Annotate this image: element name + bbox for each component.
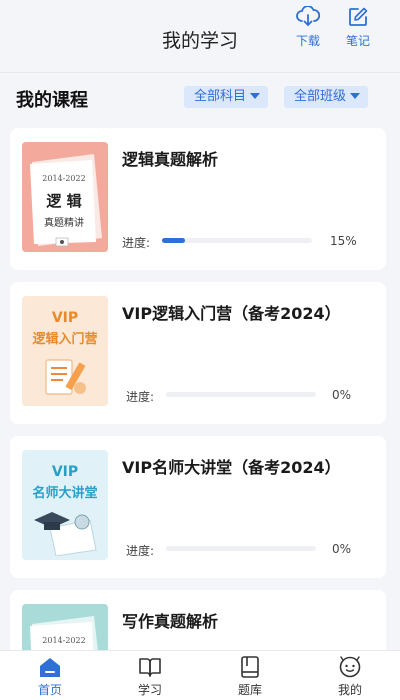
- notes-label: 笔记: [345, 34, 370, 48]
- thumb-vip: VIP: [51, 310, 79, 326]
- section-title: 我的课程: [16, 90, 88, 111]
- subject-filter-label: 全部科目: [194, 89, 247, 104]
- tab-study[interactable]: 学习: [120, 655, 180, 698]
- thumb-years: 2014-2022: [42, 174, 86, 183]
- class-filter-dropdown[interactable]: 全部班级: [284, 86, 369, 108]
- progress-bar: [162, 238, 312, 243]
- download-button[interactable]: 下载: [288, 6, 328, 49]
- course-card[interactable]: VIP 名师大讲堂 VIP名师大讲堂（备考2024） 进度: 0%: [10, 436, 386, 578]
- progress-percent: 0%: [332, 542, 352, 556]
- tab-label: 首页: [37, 683, 62, 697]
- header-divider: [0, 72, 400, 73]
- thumb-main-text: 逻 辑: [46, 192, 82, 210]
- class-filter-label: 全部班级: [294, 89, 347, 104]
- course-thumbnail: VIP 名师大讲堂: [22, 450, 108, 560]
- course-title: 写作真题解析: [122, 612, 219, 631]
- progress-bar: [166, 546, 316, 551]
- progress-label: 进度:: [126, 390, 155, 404]
- notebook-pencil-illustration: [45, 359, 86, 395]
- course-thumbnail: VIP 逻辑入门营: [22, 296, 108, 406]
- caret-down-icon: [350, 92, 361, 99]
- progress-label: 进度:: [126, 544, 155, 558]
- progress-percent: 0%: [332, 388, 352, 402]
- caret-down-icon: [250, 92, 261, 99]
- question-book-icon: [241, 656, 259, 678]
- bottom-tab-bar: 首页 学习 题库 我的: [0, 650, 400, 700]
- tab-label: 学习: [137, 683, 162, 697]
- tab-home[interactable]: 首页: [20, 655, 80, 698]
- course-title: VIP名师大讲堂（备考2024）: [122, 458, 341, 477]
- course-card[interactable]: 2014-2022 逻 辑 真题精讲 逻辑真题解析 进度: 15%: [10, 128, 386, 270]
- progress-label: 进度:: [122, 236, 151, 250]
- thumb-title: 逻辑入门营: [32, 332, 98, 347]
- home-icon: [40, 658, 60, 677]
- cloud-download-icon: [296, 6, 320, 26]
- open-book-icon: [139, 658, 161, 677]
- thumb-vip: VIP: [51, 464, 79, 480]
- edit-note-icon: [349, 7, 368, 26]
- tab-question-bank[interactable]: 题库: [220, 655, 280, 698]
- thumb-title: 名师大讲堂: [32, 486, 98, 501]
- course-title: VIP逻辑入门营（备考2024）: [122, 304, 341, 323]
- tab-mine[interactable]: 我的: [320, 655, 380, 698]
- tab-label: 我的: [337, 683, 362, 697]
- header: 我的学习 下载 笔记: [0, 0, 400, 72]
- thumb-years: 2014-2022: [42, 636, 86, 645]
- progress-bar: [166, 392, 316, 397]
- course-title: 逻辑真题解析: [122, 150, 219, 169]
- subject-filter-dropdown[interactable]: 全部科目: [184, 86, 269, 108]
- download-label: 下载: [295, 34, 320, 48]
- course-card[interactable]: VIP 逻辑入门营 VIP逻辑入门营（备考2024） 进度: 0%: [10, 282, 386, 424]
- course-thumbnail: 2014-2022 逻 辑 真题精讲: [22, 142, 108, 252]
- progress-fill: [162, 238, 185, 243]
- graduation-book-illustration: [34, 512, 97, 556]
- tab-label: 题库: [237, 683, 262, 697]
- smiley-icon: [339, 656, 361, 678]
- progress-percent: 15%: [330, 234, 357, 248]
- thumb-sub-text: 真题精讲: [44, 218, 84, 229]
- notes-button[interactable]: 笔记: [338, 6, 378, 49]
